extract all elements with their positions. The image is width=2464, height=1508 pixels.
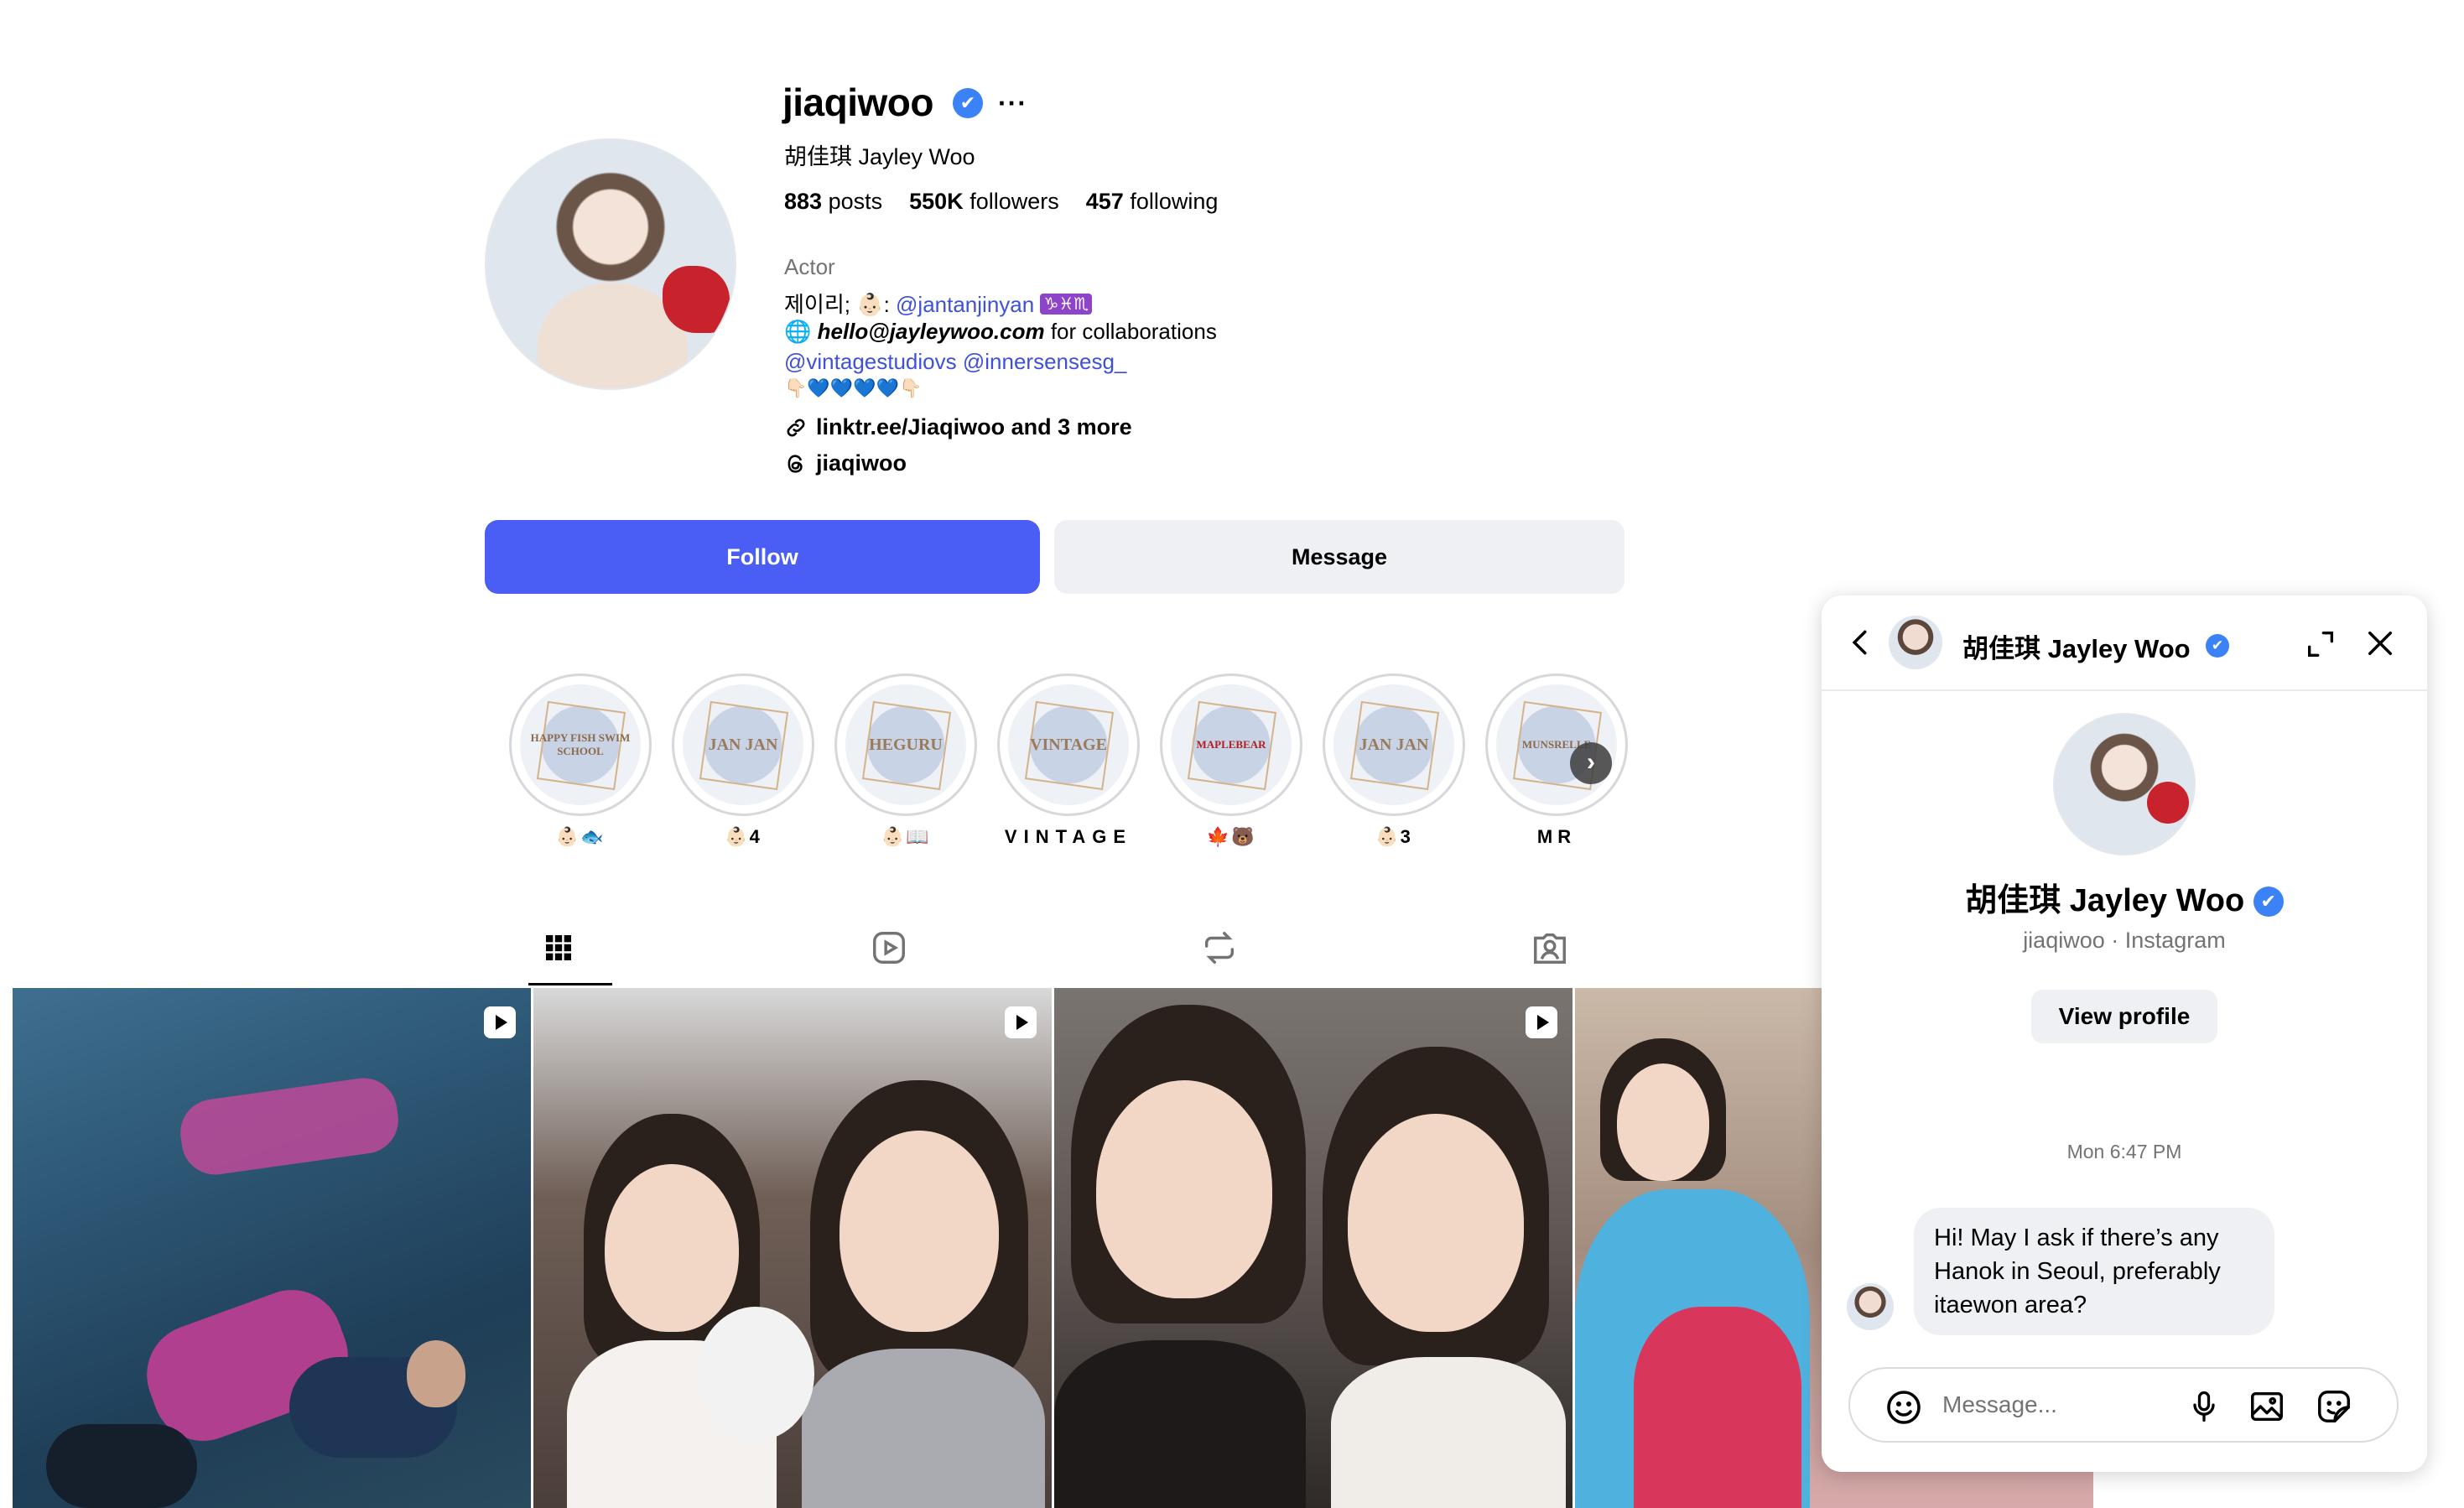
profile-username: jiaqiwoo (782, 81, 934, 124)
highlight-label: 👶🏻📖 (881, 826, 931, 847)
highlight-cover[interactable]: MUNSRELLE (1485, 673, 1628, 816)
bio-line-3: @vintagestudiovs @innersensesg_ (784, 349, 1126, 375)
post-thumbnail[interactable] (1054, 988, 1572, 1508)
bio-line-4: 👇🏻💙💙💙💙👇🏻 (784, 377, 923, 398)
sticker-icon[interactable] (2315, 1387, 2353, 1426)
bio-line-2: 🌐 hello@jayleywoo.com for collaborations (784, 319, 1217, 344)
tab-reposts[interactable] (1194, 923, 1245, 973)
highlight-label: 👶🏻4 (725, 826, 762, 847)
back-arrow-icon[interactable] (1845, 626, 1877, 659)
post-thumbnail[interactable] (13, 988, 531, 1508)
verified-badge-icon: ✔ (2206, 634, 2229, 658)
emoji-icon[interactable] (1884, 1387, 1924, 1427)
chat-panel: 胡佳琪 Jayley Woo ✔ 胡佳琪 Jayley Woo ✔ jiaqiw… (1822, 595, 2427, 1472)
reel-indicator-icon (1526, 1006, 1557, 1038)
tab-posts[interactable] (533, 923, 584, 973)
view-profile-button[interactable]: View profile (2031, 990, 2217, 1043)
followers-stat[interactable]: 550K followers (909, 189, 1059, 215)
external-link-text[interactable]: linktr.ee/Jiaqiwoo and 3 more (816, 414, 1132, 440)
highlight-item[interactable]: HAPPY FISH SWIM SCHOOL 👶🏻🐟 (509, 673, 652, 848)
verified-badge-icon: ✔ (2253, 887, 2284, 917)
chat-header: 胡佳琪 Jayley Woo ✔ (1822, 595, 2427, 691)
profile-stats: 883 posts 550K followers 457 following (784, 189, 1218, 215)
reel-indicator-icon (1005, 1006, 1037, 1038)
highlight-label: VINTAGE (1004, 826, 1133, 847)
profile-avatar[interactable] (485, 138, 736, 390)
expand-icon[interactable] (2304, 627, 2337, 661)
highlight-label: MR (1536, 826, 1577, 847)
highlight-item[interactable]: MAPLEBEAR 🍁🐻 (1160, 673, 1302, 848)
highlight-label: 🍁🐻 (1206, 826, 1256, 847)
profile-full-name: 胡佳琪 Jayley Woo (784, 144, 975, 169)
chat-profile-avatar[interactable] (2053, 713, 2196, 855)
highlight-cover[interactable]: JAN JAN (1323, 673, 1465, 816)
highlight-item[interactable]: JAN JAN 👶🏻4 (672, 673, 814, 848)
close-icon[interactable] (2363, 626, 2398, 661)
chat-avatar[interactable] (1889, 616, 1942, 669)
following-stat[interactable]: 457 following (1086, 189, 1219, 215)
verified-badge-icon: ✔ (953, 88, 983, 118)
highlight-label: 👶🏻3 (1375, 826, 1412, 847)
mention-jantanjinyan[interactable]: @jantanjinyan (896, 292, 1034, 317)
message-composer (1848, 1367, 2399, 1443)
zodiac-emoji: ♑♓♏ (1040, 294, 1093, 315)
threads-link[interactable]: jiaqiwoo (784, 450, 907, 476)
posts-stat: 883 posts (784, 189, 883, 214)
message-button[interactable]: Message (1054, 520, 1624, 594)
more-options-button[interactable]: ··· (998, 86, 1027, 120)
active-tab-indicator (528, 983, 612, 985)
chat-profile-subtitle: jiaqiwoo · Instagram (2023, 928, 2226, 953)
mention-vintagestudiovs[interactable]: @vintagestudiovs (784, 349, 957, 374)
highlight-label: 👶🏻🐟 (555, 826, 606, 847)
highlight-cover[interactable]: JAN JAN (672, 673, 814, 816)
threads-link-text[interactable]: jiaqiwoo (816, 450, 907, 476)
tab-reels[interactable] (864, 923, 914, 973)
threads-icon (788, 454, 803, 473)
reel-indicator-icon (484, 1006, 516, 1038)
microphone-icon[interactable] (2186, 1387, 2222, 1426)
message-timestamp: Mon 6:47 PM (2066, 1141, 2182, 1162)
highlight-cover[interactable]: HAPPY FISH SWIM SCHOOL (509, 673, 652, 816)
highlight-cover[interactable]: VINTAGE (997, 673, 1140, 816)
message-input[interactable] (1942, 1384, 2177, 1426)
highlight-cover[interactable]: HEGURU (834, 673, 977, 816)
bio-email: hello@jayleywoo.com (817, 319, 1045, 344)
bio-line-1: 제이리; 👶🏻: @jantanjinyan ♑♓♏ (784, 288, 1093, 319)
link-icon (787, 419, 805, 436)
repost-icon (1204, 932, 1235, 964)
highlight-item[interactable]: HEGURU 👶🏻📖 (834, 673, 977, 848)
chat-profile-name: 胡佳琪 Jayley Woo ✔ (1822, 874, 2427, 920)
chat-header-name[interactable]: 胡佳琪 Jayley Woo (1962, 627, 2191, 665)
post-thumbnail[interactable] (533, 988, 1052, 1508)
message-bubble: Hi! May I ask if there’s any Hanok in Se… (1914, 1208, 2274, 1335)
reels-icon (873, 932, 905, 964)
tab-tagged[interactable] (1525, 923, 1575, 973)
tagged-icon (1534, 933, 1566, 964)
highlight-item[interactable]: JAN JAN 👶🏻3 (1323, 673, 1465, 848)
image-icon[interactable] (2248, 1387, 2286, 1426)
globe-icon: 🌐 (784, 319, 812, 344)
message-avatar (1847, 1283, 1894, 1330)
mention-innersensesg[interactable]: @innersensesg_ (963, 349, 1127, 374)
highlights-next-button[interactable]: › (1570, 742, 1612, 784)
external-link[interactable]: linktr.ee/Jiaqiwoo and 3 more (784, 414, 1132, 440)
profile-category: Actor (784, 254, 835, 279)
highlight-item[interactable]: VINTAGE VINTAGE (997, 673, 1140, 848)
follow-button[interactable]: Follow (485, 520, 1040, 594)
highlight-cover[interactable]: MAPLEBEAR (1160, 673, 1302, 816)
grid-icon (546, 935, 571, 960)
